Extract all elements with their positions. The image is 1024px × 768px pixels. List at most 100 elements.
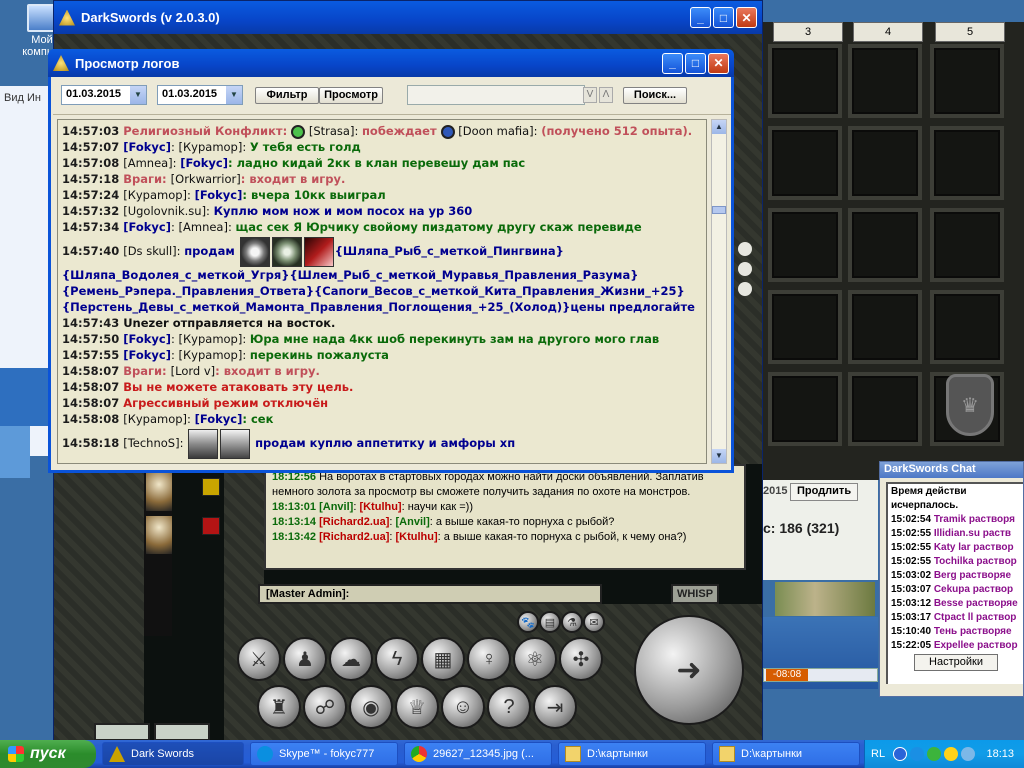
scroll-thumb[interactable] — [712, 206, 726, 214]
chest-icon[interactable]: ▤ — [539, 611, 561, 633]
search-prev-button[interactable]: V — [583, 87, 597, 103]
map-icon[interactable]: ✣ — [559, 637, 603, 681]
item-icon[interactable] — [303, 236, 334, 267]
ds-chat-name[interactable]: Illidian.su — [934, 528, 980, 539]
language-indicator[interactable]: RL — [871, 748, 885, 760]
ds-chat-name[interactable]: Expellee — [934, 640, 975, 651]
close-button[interactable]: ✕ — [708, 52, 729, 74]
inventory-slot[interactable] — [768, 372, 842, 446]
taskbar-item[interactable]: D:\картынки — [558, 742, 706, 766]
maximize-button[interactable]: □ — [713, 7, 734, 28]
start-button[interactable]: пуск — [0, 740, 96, 768]
taskbar-item[interactable]: Dark Swords — [102, 742, 244, 766]
paw-icon[interactable]: 🐾 — [517, 611, 539, 633]
quick-slot[interactable] — [94, 723, 150, 741]
minimize-button[interactable]: _ — [690, 7, 711, 28]
ds-chat-name[interactable]: Katy lar — [934, 542, 971, 553]
chevron-down-icon[interactable]: ▼ — [130, 86, 146, 104]
party-portrait[interactable] — [146, 473, 172, 511]
potion-icon[interactable]: ⚗ — [561, 611, 583, 633]
spellbook-icon[interactable]: ▦ — [421, 637, 465, 681]
faces-icon[interactable]: ☺ — [441, 685, 485, 729]
inventory-slot[interactable] — [848, 44, 922, 118]
ds-chat-title[interactable]: DarkSwords Chat — [880, 462, 1023, 478]
ds-chat-name[interactable]: Tochilka — [934, 556, 974, 567]
view-button[interactable]: Просмотр — [319, 87, 383, 104]
gold-status-icon[interactable] — [202, 478, 220, 496]
ds-chat-name[interactable]: Cekupa — [934, 584, 970, 595]
media-player-bar[interactable]: -08:08 — [763, 668, 878, 682]
chevron-down-icon[interactable]: ▼ — [226, 86, 242, 104]
party-portrait[interactable] — [146, 516, 172, 554]
trophy-icon[interactable]: ♕ — [395, 685, 439, 729]
inventory-slot[interactable] — [768, 126, 842, 200]
armor-icon[interactable]: ♜ — [257, 685, 301, 729]
sword-icon[interactable]: ⚔ — [237, 637, 281, 681]
scroll-down-icon[interactable]: ▼ — [712, 449, 726, 463]
date-from-select[interactable]: 01.03.2015 ▼ — [61, 85, 147, 105]
inventory-slot[interactable] — [768, 44, 842, 118]
inventory-slot[interactable] — [768, 290, 842, 364]
inventory-column-header[interactable]: 3 — [773, 22, 843, 42]
minimize-button[interactable]: _ — [662, 52, 683, 74]
browser-menu[interactable]: Вид Ин — [0, 86, 51, 110]
security-icon[interactable] — [944, 747, 959, 761]
ds-chat-name[interactable]: Тень — [934, 626, 957, 637]
item-icon[interactable] — [239, 236, 270, 267]
lightning-icon[interactable]: ϟ — [375, 637, 419, 681]
search-next-button[interactable]: Λ — [599, 87, 613, 103]
search-button[interactable]: Поиск... — [623, 87, 687, 104]
log-text-area[interactable]: 14:57:03 Религиозный Конфликт: [Strasa]:… — [57, 119, 707, 464]
inventory-slot[interactable] — [930, 44, 1004, 118]
pet-icon[interactable]: ☁ — [329, 637, 373, 681]
inventory-slot[interactable] — [848, 372, 922, 446]
search-input[interactable] — [407, 85, 585, 105]
atom-icon[interactable]: ⚛ — [513, 637, 557, 681]
item-icon[interactable] — [220, 428, 251, 459]
exit-door-icon[interactable]: ⇥ — [533, 685, 577, 729]
handshake-icon[interactable]: ☍ — [303, 685, 347, 729]
inventory-slot[interactable] — [930, 208, 1004, 282]
inventory-column-header[interactable]: 5 — [935, 22, 1005, 42]
item-icon[interactable] — [188, 428, 219, 459]
log-scrollbar[interactable]: ▲ ▼ — [711, 119, 727, 464]
scroll-up-icon[interactable]: ▲ — [712, 120, 726, 134]
whisp-button[interactable]: WHISP — [671, 584, 719, 604]
eye-icon[interactable]: ◉ — [349, 685, 393, 729]
ds-chat-name[interactable]: Berg — [934, 570, 957, 581]
settings-button[interactable]: Настройки — [914, 654, 998, 671]
ds-chat-name[interactable]: Ctpact ll — [934, 612, 973, 623]
group-icon[interactable]: ♟ — [283, 637, 327, 681]
inventory-slot[interactable] — [848, 126, 922, 200]
red-status-icon[interactable] — [202, 517, 220, 535]
inventory-slot[interactable] — [930, 126, 1004, 200]
filter-button[interactable]: Фильтр — [255, 87, 319, 104]
inventory-slot[interactable] — [768, 208, 842, 282]
ds-chat-name[interactable]: Besse — [934, 598, 963, 609]
close-button[interactable]: ✕ — [736, 7, 757, 28]
game-title-bar[interactable]: DarkSwords (v 2.0.3.0) _ □ ✕ — [54, 1, 762, 34]
mail-icon[interactable]: ✉ — [583, 611, 605, 633]
maximize-button[interactable]: □ — [685, 52, 706, 74]
ds-chat-name[interactable]: Tramik — [934, 514, 966, 525]
skype-tray-icon[interactable] — [910, 747, 925, 761]
inventory-slot[interactable] — [848, 290, 922, 364]
volume-icon[interactable] — [961, 747, 976, 761]
quick-slot[interactable] — [154, 723, 210, 741]
prolong-button[interactable]: Продлить — [790, 483, 859, 501]
date-to-select[interactable]: 01.03.2015 ▼ — [157, 85, 243, 105]
inventory-slot[interactable] — [930, 290, 1004, 364]
help-icon[interactable]: ? — [487, 685, 531, 729]
safe-remove-icon[interactable] — [927, 747, 942, 761]
taskbar-item[interactable]: D:\картынки — [712, 742, 860, 766]
body-icon[interactable]: ♀ — [467, 637, 511, 681]
inventory-column-header[interactable]: 4 — [853, 22, 923, 42]
compass-icon[interactable]: ➜ — [634, 615, 744, 725]
back-arrow-icon[interactable] — [893, 747, 908, 761]
chat-input[interactable]: [Master Admin]: — [258, 584, 602, 604]
taskbar-item[interactable]: 29627_12345.jpg (... — [404, 742, 552, 766]
taskbar-item[interactable]: Skype™ - fokyc777 — [250, 742, 398, 766]
item-icon[interactable] — [271, 236, 302, 267]
inventory-slot[interactable] — [848, 208, 922, 282]
log-viewer-title-bar[interactable]: Просмотр логов _ □ ✕ — [48, 49, 734, 77]
